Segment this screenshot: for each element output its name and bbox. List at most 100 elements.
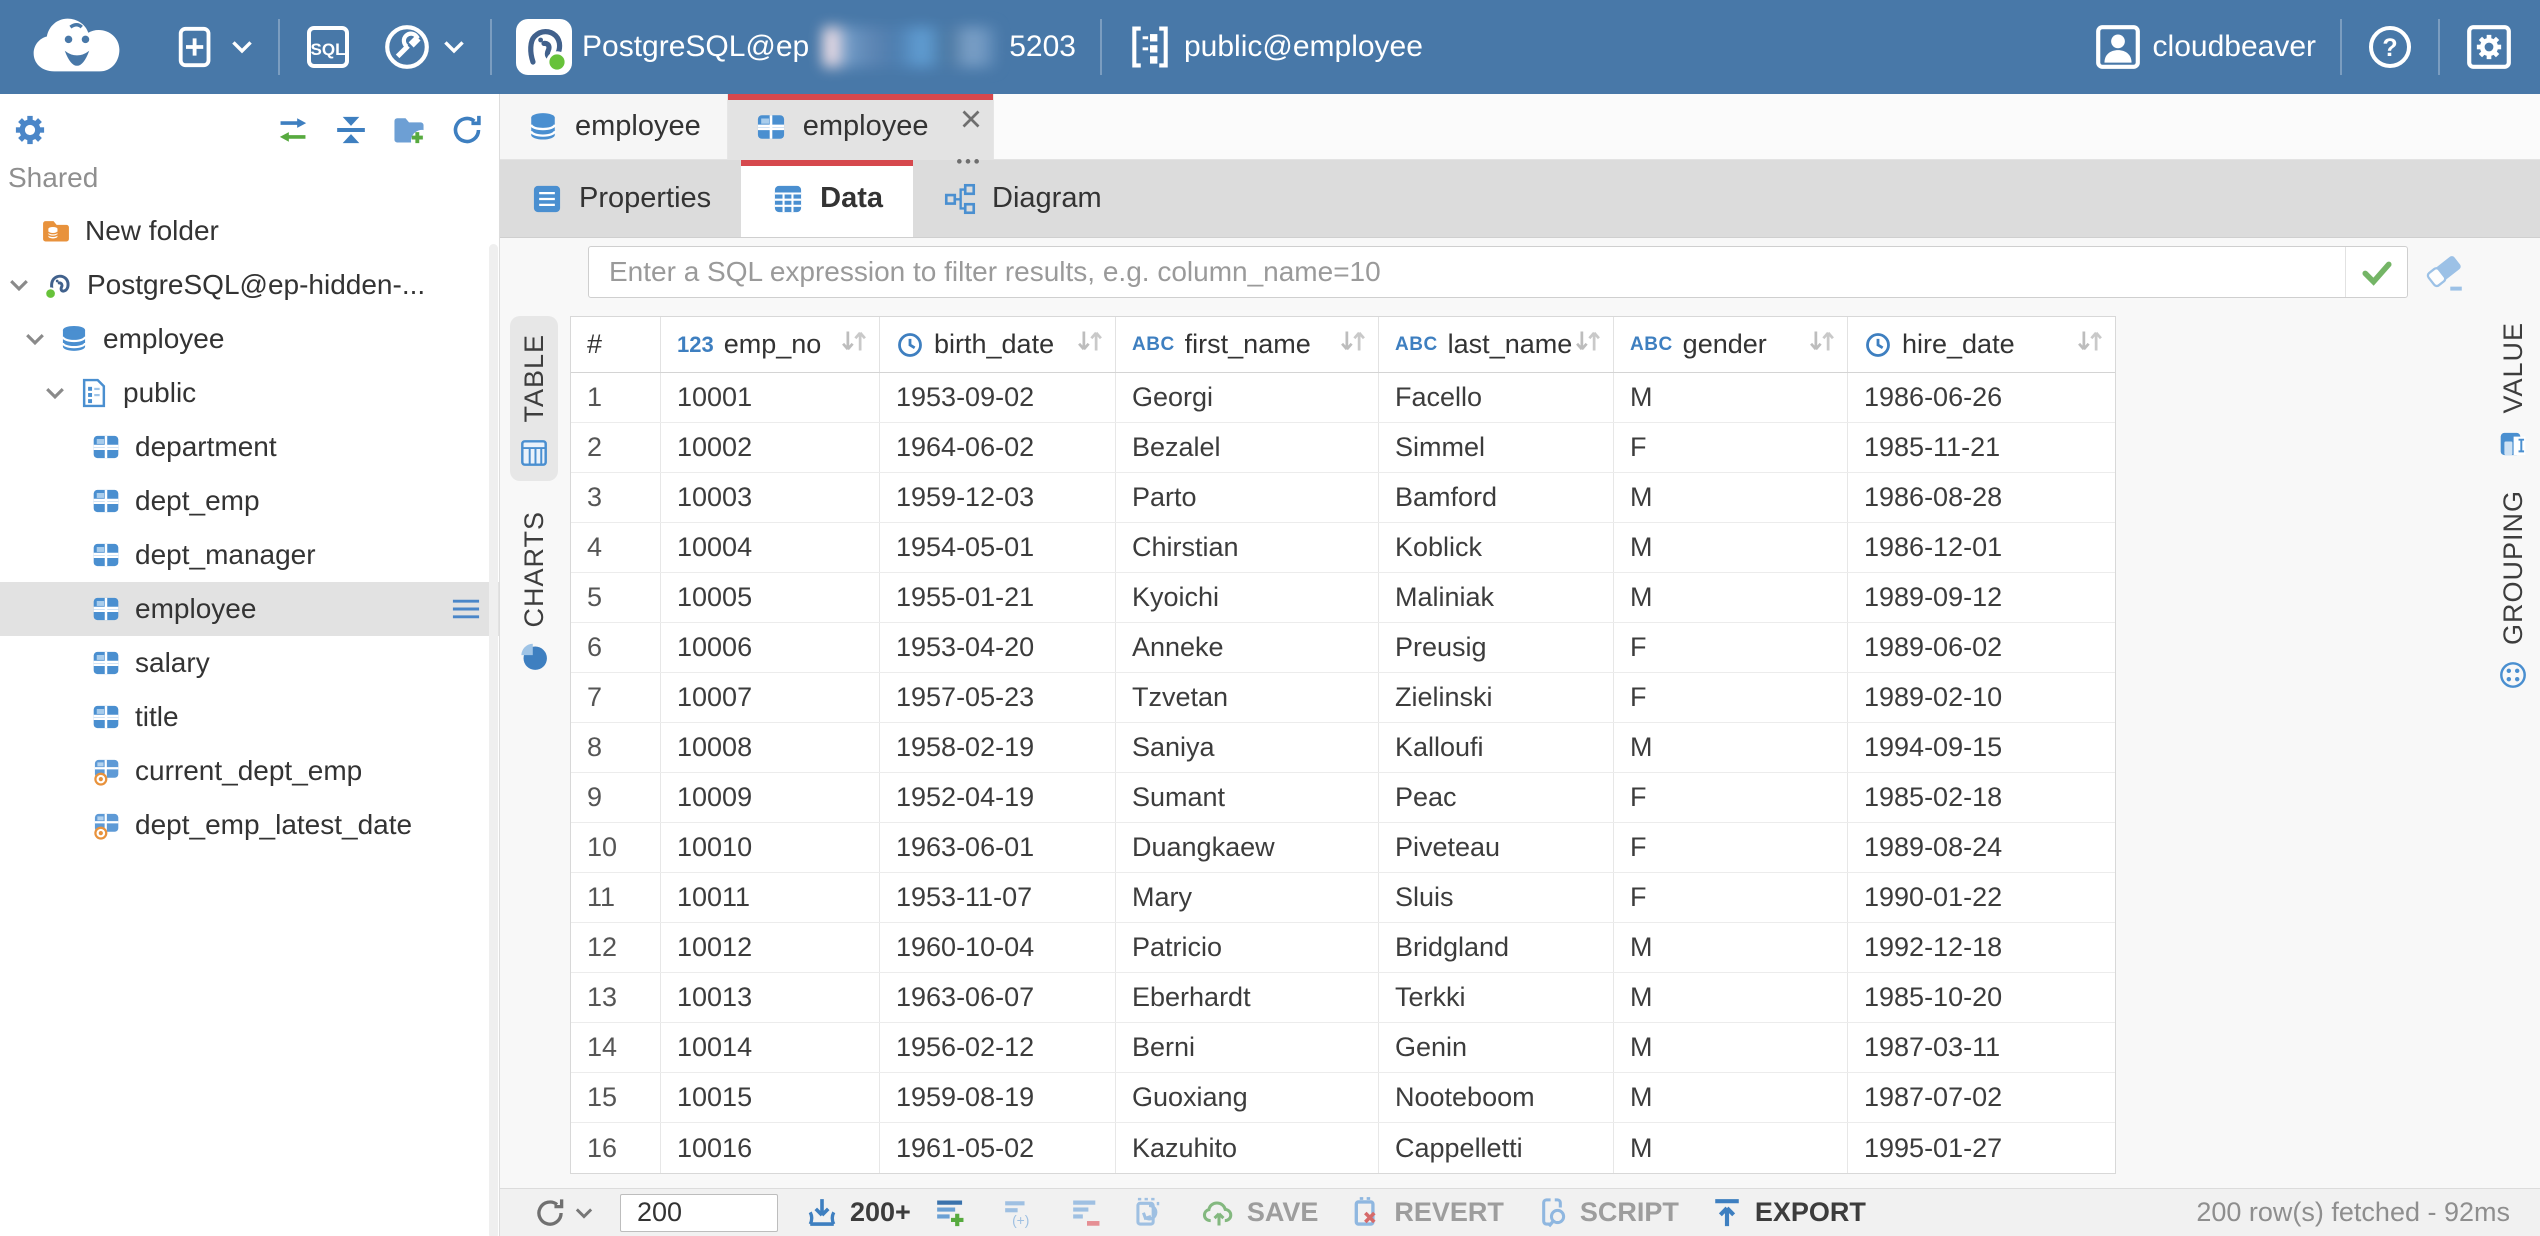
cell[interactable]: 1987-07-02: [1848, 1073, 2115, 1122]
column-header-birth_date[interactable]: birth_date: [880, 317, 1116, 372]
cell[interactable]: Cappelletti: [1379, 1123, 1614, 1173]
cell[interactable]: Facello: [1379, 373, 1614, 422]
cell[interactable]: 1963-06-01: [880, 823, 1116, 872]
cell[interactable]: 1989-08-24: [1848, 823, 2115, 872]
tree-expander-icon[interactable]: [24, 332, 58, 346]
cell[interactable]: 1956-02-12: [880, 1023, 1116, 1072]
cell[interactable]: M: [1614, 923, 1848, 972]
cell[interactable]: Preusig: [1379, 623, 1614, 672]
sort-arrows-icon[interactable]: [1807, 328, 1837, 361]
tree-item-dept-manager[interactable]: dept_manager: [0, 528, 499, 582]
cell[interactable]: Chirstian: [1116, 523, 1379, 572]
cell[interactable]: 10010: [661, 823, 880, 872]
collapse-all-icon[interactable]: [333, 112, 369, 148]
connection-selector[interactable]: PostgreSQL@ep 5203: [516, 19, 1076, 75]
save-button[interactable]: SAVE: [1201, 1195, 1319, 1231]
new-folder-icon[interactable]: [391, 112, 427, 148]
new-connection-button[interactable]: [174, 24, 254, 70]
cell[interactable]: 1959-08-19: [880, 1073, 1116, 1122]
cell[interactable]: Anneke: [1116, 623, 1379, 672]
cell[interactable]: M: [1614, 723, 1848, 772]
sql-filter-input[interactable]: [589, 247, 2345, 297]
cell[interactable]: 1990-01-22: [1848, 873, 2115, 922]
cell[interactable]: Bamford: [1379, 473, 1614, 522]
tab-diagram[interactable]: Diagram: [913, 160, 1132, 237]
cell[interactable]: Nooteboom: [1379, 1073, 1614, 1122]
help-button[interactable]: ?: [2366, 23, 2414, 71]
cell[interactable]: Duangkaew: [1116, 823, 1379, 872]
cell[interactable]: Eberhardt: [1116, 973, 1379, 1022]
cell[interactable]: F: [1614, 873, 1848, 922]
cell[interactable]: 10013: [661, 973, 880, 1022]
sql-editor-button[interactable]: SQL: [304, 23, 352, 71]
sort-arrows-icon[interactable]: [1075, 328, 1105, 361]
sort-arrows-icon[interactable]: [1573, 328, 1603, 361]
tab-grouping-panel[interactable]: GROUPING: [2497, 490, 2529, 691]
cell[interactable]: 1992-12-18: [1848, 923, 2115, 972]
cell[interactable]: 1986-12-01: [1848, 523, 2115, 572]
tree-item-title[interactable]: title: [0, 690, 499, 744]
tree-item-employee[interactable]: employee: [0, 312, 499, 366]
cell[interactable]: F: [1614, 773, 1848, 822]
cell[interactable]: M: [1614, 973, 1848, 1022]
cell[interactable]: M: [1614, 523, 1848, 572]
script-button[interactable]: SCRIPT: [1534, 1195, 1679, 1231]
tree-item-employee[interactable]: employee: [0, 582, 499, 636]
tree-expander-icon[interactable]: [44, 386, 78, 400]
cell[interactable]: 1985-10-20: [1848, 973, 2115, 1022]
tab-properties[interactable]: Properties: [500, 160, 741, 237]
cell[interactable]: Berni: [1116, 1023, 1379, 1072]
cell[interactable]: Mary: [1116, 873, 1379, 922]
tree-item-salary[interactable]: salary: [0, 636, 499, 690]
cell[interactable]: M: [1614, 573, 1848, 622]
cell[interactable]: 1985-11-21: [1848, 423, 2115, 472]
rollback-button[interactable]: [1131, 1195, 1167, 1231]
tree-item-dept-emp[interactable]: dept_emp: [0, 474, 499, 528]
cell[interactable]: 1957-05-23: [880, 673, 1116, 722]
cell[interactable]: Tzvetan: [1116, 673, 1379, 722]
cell[interactable]: 10015: [661, 1073, 880, 1122]
cell[interactable]: 10003: [661, 473, 880, 522]
cell[interactable]: 10002: [661, 423, 880, 472]
user-menu[interactable]: cloudbeaver: [2093, 22, 2316, 72]
export-button[interactable]: EXPORT: [1709, 1195, 1866, 1231]
settings-button[interactable]: [2464, 22, 2514, 72]
cell[interactable]: Sluis: [1379, 873, 1614, 922]
cell[interactable]: Parto: [1116, 473, 1379, 522]
cell[interactable]: M: [1614, 473, 1848, 522]
tab-employee-table[interactable]: employee: [728, 94, 994, 159]
add-row-button[interactable]: [933, 1195, 969, 1231]
cell[interactable]: 1989-09-12: [1848, 573, 2115, 622]
cell[interactable]: F: [1614, 823, 1848, 872]
sidebar-scrollbar[interactable]: [489, 244, 498, 1236]
cell[interactable]: 1963-06-07: [880, 973, 1116, 1022]
tree-item-new-folder[interactable]: New folder: [0, 204, 499, 258]
tab-data[interactable]: Data: [741, 160, 913, 237]
cell[interactable]: 1986-06-26: [1848, 373, 2115, 422]
cell[interactable]: Peac: [1379, 773, 1614, 822]
cell[interactable]: 1985-02-18: [1848, 773, 2115, 822]
refresh-result-button[interactable]: [532, 1195, 594, 1231]
cell[interactable]: 10007: [661, 673, 880, 722]
cell[interactable]: Kalloufi: [1379, 723, 1614, 772]
tab-table-presentation[interactable]: TABLE: [510, 316, 558, 481]
sync-connection-icon[interactable]: [275, 112, 311, 148]
sidebar-settings-gear-icon[interactable]: [12, 112, 48, 148]
cell[interactable]: Sumant: [1116, 773, 1379, 822]
column-header-gender[interactable]: ABCgender: [1614, 317, 1848, 372]
tab-overflow-dots-icon[interactable]: [955, 141, 981, 151]
cell[interactable]: Guoxiang: [1116, 1073, 1379, 1122]
tree-item-department[interactable]: department: [0, 420, 499, 474]
cell[interactable]: F: [1614, 423, 1848, 472]
cell[interactable]: 10012: [661, 923, 880, 972]
fetch-next-page-button[interactable]: 200+: [804, 1195, 911, 1231]
cell[interactable]: Genin: [1379, 1023, 1614, 1072]
cell[interactable]: Saniya: [1116, 723, 1379, 772]
apply-filter-check-icon[interactable]: [2345, 247, 2407, 297]
refresh-tree-icon[interactable]: [449, 112, 485, 148]
cell[interactable]: 1995-01-27: [1848, 1123, 2115, 1173]
cell[interactable]: 10008: [661, 723, 880, 772]
tree-item-current-dept-emp[interactable]: current_dept_emp: [0, 744, 499, 798]
cell[interactable]: Bridgland: [1379, 923, 1614, 972]
cell[interactable]: 10009: [661, 773, 880, 822]
